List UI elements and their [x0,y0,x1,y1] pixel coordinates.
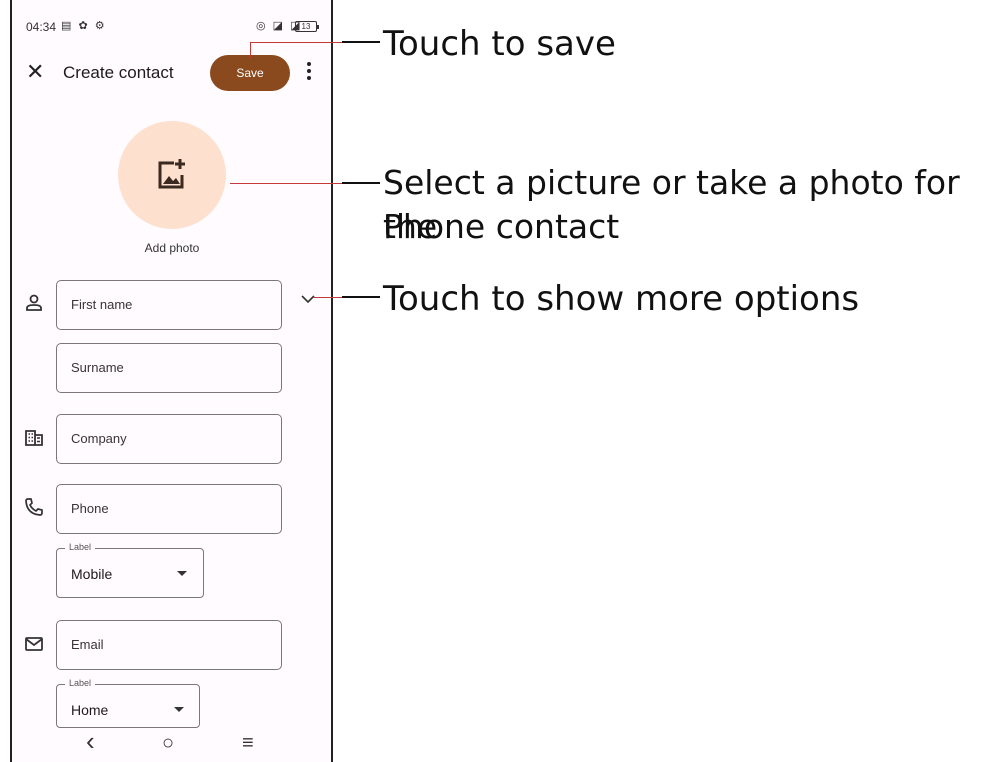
phone-label-value: Mobile [71,566,113,582]
first-name-field[interactable]: First name [56,280,282,330]
email-label-dropdown[interactable]: Label Home [56,678,200,728]
status-bar: 04:34 ▤ ✿ ⚙ ◎ ◪ ◪ 13 [12,0,331,40]
save-callout-line [250,42,251,58]
dropdown-arrow-icon [174,707,184,712]
photo-callout-connector [342,182,380,184]
surname-field[interactable]: Surname [56,343,282,393]
person-icon [26,294,42,311]
company-field[interactable]: Company [56,414,282,464]
home-icon[interactable]: ○ [162,732,174,755]
company-icon [25,430,43,446]
more-options-icon[interactable] [305,60,313,84]
phone-field[interactable]: Phone [56,484,282,534]
email-label-value: Home [71,702,109,718]
add-photo-icon [158,159,185,189]
battery-icon: 13 [295,21,319,32]
back-icon[interactable]: ‹ [86,726,95,757]
add-photo-label: Add photo [144,241,200,255]
email-field[interactable]: Email [56,620,282,670]
phone-label-dropdown[interactable]: Label Mobile [56,542,204,598]
annotation-photo-line2: Phone contact [383,207,620,246]
annotation-more-options: Touch to show more options [383,279,860,319]
phone-label-legend: Label [65,542,96,552]
more-callout-line [313,297,342,298]
navigation-bar: ‹ ○ ≡ [12,726,331,762]
more-callout-connector [342,296,380,298]
phone-icon [25,498,43,516]
annotation-save: Touch to save [383,24,616,64]
save-callout-line [250,42,342,43]
phone-screen: 04:34 ▤ ✿ ⚙ ◎ ◪ ◪ 13 ✕ Create contact Sa… [10,0,333,762]
email-label-legend: Label [65,678,96,688]
notification-icons: ▤ ✿ ⚙ [61,20,107,32]
status-time: 04:34 [26,20,57,34]
close-icon[interactable]: ✕ [26,60,44,84]
save-callout-connector [342,41,380,43]
dropdown-arrow-icon [177,571,187,576]
add-photo-button[interactable] [118,121,226,229]
photo-callout-line [230,183,342,184]
recents-icon[interactable]: ≡ [242,732,254,755]
page-title: Create contact [63,63,174,82]
save-button[interactable]: Save [210,55,290,91]
email-icon [25,637,43,651]
chevron-down-icon[interactable] [300,293,316,305]
